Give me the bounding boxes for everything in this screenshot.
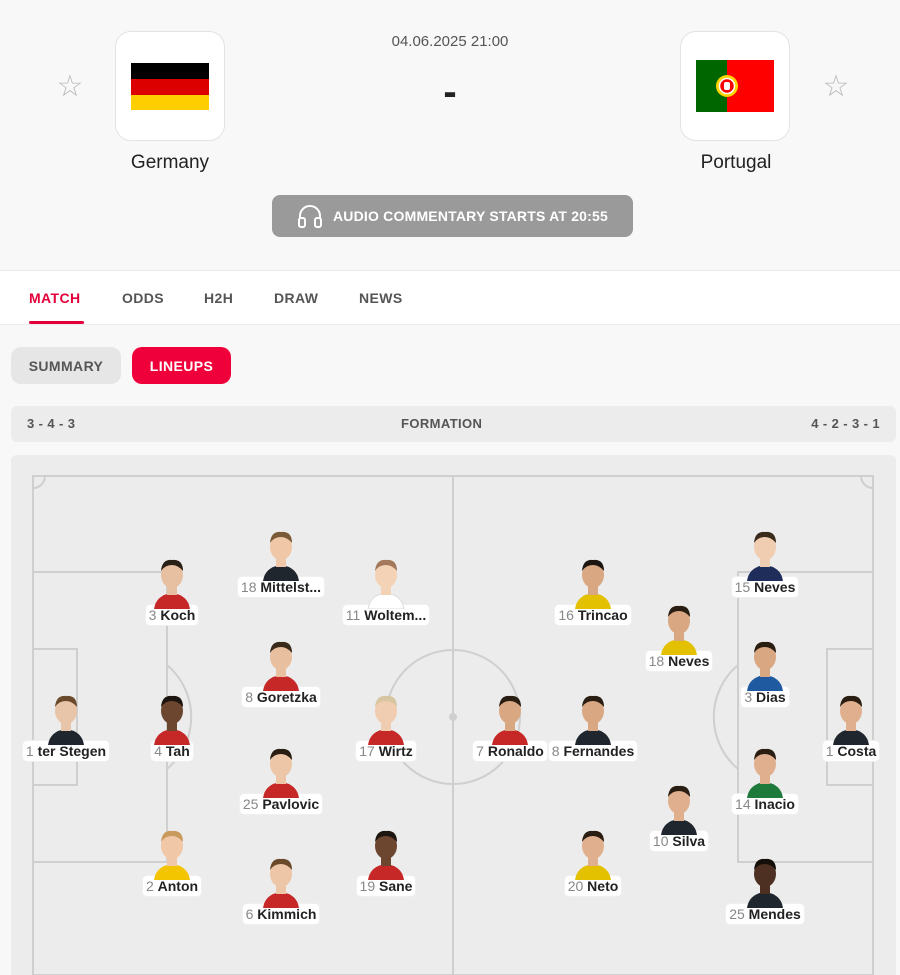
player-photo bbox=[150, 824, 194, 880]
player-photo bbox=[259, 525, 303, 581]
player-photo bbox=[571, 689, 615, 745]
player-photo bbox=[150, 689, 194, 745]
player-name: Fernandes bbox=[563, 743, 635, 759]
player-card[interactable]: 17 Wirtz bbox=[321, 689, 451, 769]
audio-commentary-button[interactable]: AUDIO COMMENTARY STARTS AT 20:55 bbox=[272, 195, 633, 237]
player-name: Tah bbox=[165, 743, 190, 759]
player-photo bbox=[743, 525, 787, 581]
main-tabs: MATCH ODDS H2H DRAW NEWS bbox=[0, 270, 900, 325]
player-photo bbox=[488, 689, 532, 745]
player-name: Costa bbox=[837, 743, 877, 759]
player-photo bbox=[364, 553, 408, 610]
audio-commentary-label: AUDIO COMMENTARY STARTS AT 20:55 bbox=[332, 208, 608, 224]
player-photo bbox=[657, 779, 701, 835]
home-formation: 3 - 4 - 3 bbox=[27, 416, 76, 431]
player-card[interactable]: 1 Costa bbox=[786, 689, 900, 769]
player-name: Kimmich bbox=[257, 906, 317, 922]
player-name: Goretzka bbox=[256, 689, 317, 705]
player-name: Neto bbox=[587, 878, 619, 894]
formation-label: FORMATION bbox=[401, 416, 483, 431]
subtab-summary[interactable]: SUMMARY bbox=[11, 347, 121, 384]
player-photo bbox=[829, 689, 873, 745]
player-name: Woltem... bbox=[364, 607, 427, 623]
germany-flag-icon bbox=[131, 62, 209, 110]
player-name: Mittelst... bbox=[260, 579, 322, 595]
match-header: ☆ Germany 04.06.2025 21:00 - Portugal ☆ … bbox=[0, 0, 900, 270]
formation-bar: 3 - 4 - 3 FORMATION 4 - 2 - 3 - 1 bbox=[11, 406, 896, 442]
player-card[interactable]: 25 Mendes bbox=[700, 852, 830, 932]
player-card[interactable]: 8 Fernandes bbox=[528, 689, 658, 769]
player-name: Silva bbox=[672, 833, 706, 849]
player-photo bbox=[657, 599, 701, 655]
tab-odds[interactable]: ODDS bbox=[122, 290, 164, 306]
player-photo bbox=[364, 824, 408, 880]
away-team-name[interactable]: Portugal bbox=[636, 152, 836, 174]
player-photo bbox=[259, 742, 303, 798]
player-photo bbox=[259, 635, 303, 691]
player-name: Sane bbox=[379, 878, 413, 894]
tab-match[interactable]: MATCH bbox=[29, 290, 81, 306]
player-photo bbox=[150, 553, 194, 609]
tab-draw[interactable]: DRAW bbox=[274, 290, 318, 306]
player-photo bbox=[364, 689, 408, 745]
favorite-home-star-icon[interactable]: ☆ bbox=[55, 72, 85, 102]
tab-h2h[interactable]: H2H bbox=[204, 290, 233, 306]
player-name: Neves bbox=[754, 579, 796, 595]
match-score: - bbox=[443, 70, 457, 114]
player-photo bbox=[571, 824, 615, 880]
player-card[interactable]: 15 Neves bbox=[700, 525, 830, 605]
favorite-away-star-icon[interactable]: ☆ bbox=[821, 72, 851, 102]
player-name: Wirtz bbox=[378, 743, 413, 759]
player-photo bbox=[743, 852, 787, 908]
tab-news[interactable]: NEWS bbox=[359, 290, 403, 306]
headphones-icon bbox=[297, 205, 322, 228]
player-photo bbox=[44, 689, 88, 745]
portugal-flag-icon bbox=[696, 60, 774, 112]
home-team-name[interactable]: Germany bbox=[70, 152, 270, 174]
player-name: Pavlovic bbox=[262, 796, 320, 812]
player-photo bbox=[571, 553, 615, 609]
lineup-pitch: 1 ter Stegen 3 Koch 4 Tah 2 Anton 18 Mit… bbox=[11, 455, 896, 975]
player-card[interactable]: 19 Sane bbox=[321, 824, 451, 904]
player-photo bbox=[743, 635, 787, 691]
player-photo bbox=[259, 852, 303, 908]
player-name: Koch bbox=[160, 607, 196, 623]
player-card[interactable]: 20 Neto bbox=[528, 824, 658, 904]
player-name: Anton bbox=[157, 878, 199, 894]
player-name: Mendes bbox=[748, 906, 801, 922]
player-photo bbox=[743, 742, 787, 798]
match-datetime: 04.06.2025 21:00 bbox=[391, 33, 509, 50]
away-formation: 4 - 2 - 3 - 1 bbox=[811, 416, 880, 431]
player-name: ter Stegen bbox=[37, 743, 107, 759]
player-card[interactable]: 11 Woltem... bbox=[321, 553, 451, 633]
away-team-logo[interactable] bbox=[680, 31, 790, 141]
home-team-logo[interactable] bbox=[115, 31, 225, 141]
active-tab-indicator bbox=[29, 321, 84, 324]
player-name: Dias bbox=[756, 689, 786, 705]
subtab-lineups[interactable]: LINEUPS bbox=[132, 347, 231, 384]
player-name: Inacio bbox=[754, 796, 795, 812]
